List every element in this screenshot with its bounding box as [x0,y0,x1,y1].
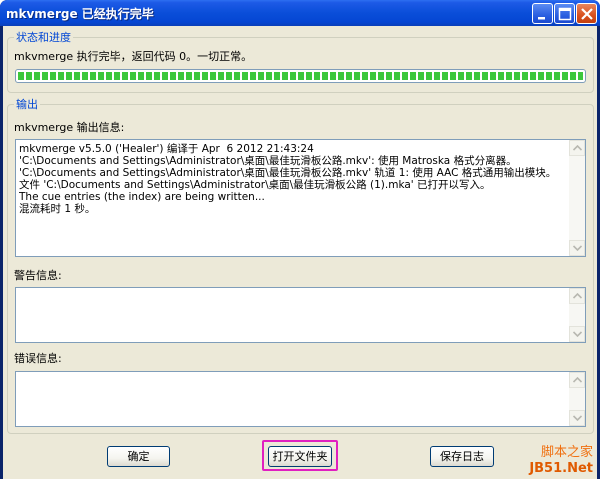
output-textbox[interactable]: mkvmerge v5.5.0 ('Healer') 编译于 Apr 6 201… [15,139,586,257]
scroll-up-button[interactable] [569,140,585,156]
ok-button[interactable]: 确定 [107,446,170,467]
status-text: mkvmerge 执行完毕，返回代码 0。一切正常。 [14,50,253,63]
watermark-line2: JB51.Net [529,461,593,476]
title-bar[interactable]: mkvmerge 已经执行完毕 [0,0,600,26]
scroll-down-button[interactable] [569,240,585,256]
arrow-up-icon [573,377,582,383]
output-group-legend: 输出 [14,98,40,111]
scroll-up-button[interactable] [569,288,585,304]
arrow-up-icon [573,293,582,299]
status-progress-group: 状态和进度 mkvmerge 执行完毕，返回代码 0。一切正常。 [7,31,594,93]
scroll-down-button[interactable] [569,410,585,426]
arrow-down-icon [573,415,582,421]
warning-textbox[interactable] [15,287,586,343]
progress-fill [18,72,583,80]
scroll-down-button[interactable] [569,326,585,342]
arrow-down-icon [573,331,582,337]
arrow-up-icon [573,145,582,151]
mkvmerge-result-window: mkvmerge 已经执行完毕 状态和进度 mkvmerge 执行完毕，返回代码… [0,0,600,479]
scroll-up-button[interactable] [569,372,585,388]
output-label: mkvmerge 输出信息: [14,121,125,134]
output-scrollbar[interactable] [569,140,585,256]
close-button[interactable] [576,3,597,24]
minimize-button[interactable] [532,3,553,24]
open-folder-button[interactable]: 打开文件夹 [268,446,332,467]
warning-label: 警告信息: [14,269,62,282]
error-textbox[interactable] [15,371,586,427]
output-group: 输出 mkvmerge 输出信息: mkvmerge v5.5.0 ('Heal… [7,98,594,434]
error-text [19,375,567,424]
dialog-body: 状态和进度 mkvmerge 执行完毕，返回代码 0。一切正常。 输出 mkvm… [3,26,597,479]
progress-bar [15,69,586,83]
output-text: mkvmerge v5.5.0 ('Healer') 编译于 Apr 6 201… [19,143,557,215]
maximize-button[interactable] [554,3,575,24]
error-scrollbar[interactable] [569,372,585,426]
save-log-button[interactable]: 保存日志 [430,446,494,467]
minimize-icon [538,17,545,20]
site-watermark: 脚本之家 JB51.Net [529,445,593,477]
arrow-down-icon [573,245,582,251]
watermark-line1: 脚本之家 [540,445,593,460]
warning-scrollbar[interactable] [569,288,585,342]
maximize-icon [558,7,572,21]
status-group-legend: 状态和进度 [14,31,73,44]
error-label: 错误信息: [14,352,62,365]
close-icon [581,8,593,20]
window-title: mkvmerge 已经执行完毕 [6,7,154,21]
warning-text [19,291,567,340]
